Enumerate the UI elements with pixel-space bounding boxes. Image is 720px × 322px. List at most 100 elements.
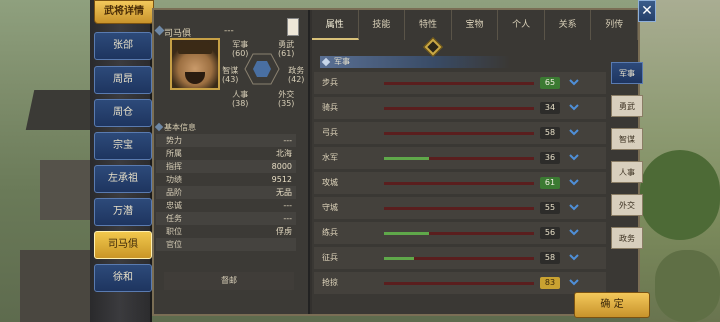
skill-row: 步兵 65 bbox=[314, 72, 606, 94]
tab[interactable]: 个人 bbox=[498, 10, 545, 40]
info-value: --- bbox=[283, 136, 292, 145]
skill-row: 抢掠 83 bbox=[314, 272, 606, 294]
general-list-item[interactable]: 周昂 bbox=[94, 66, 152, 94]
bookmark-icon[interactable] bbox=[287, 18, 299, 36]
stat-courage: 勇武 (61) bbox=[278, 40, 295, 58]
chevron-down-icon[interactable] bbox=[568, 251, 580, 263]
general-list-item[interactable]: 司马俱 bbox=[94, 231, 152, 259]
skill-progress-bar bbox=[384, 157, 534, 160]
office-button[interactable]: 督邮 bbox=[164, 272, 294, 290]
skill-label: 练兵 bbox=[322, 228, 338, 237]
chevron-down-icon[interactable] bbox=[568, 226, 580, 238]
tab[interactable]: 技能 bbox=[359, 10, 406, 40]
side-tab[interactable]: 外交 bbox=[611, 194, 643, 216]
general-list-item[interactable]: 徐和 bbox=[94, 264, 152, 292]
info-row: 品阶 无品 bbox=[156, 186, 296, 199]
skill-progress-bar bbox=[384, 182, 534, 185]
stat-politics: 政务 (42) bbox=[288, 66, 305, 84]
tab[interactable]: 特性 bbox=[405, 10, 452, 40]
info-key: 职位 bbox=[166, 227, 182, 236]
info-row: 官位 bbox=[156, 238, 296, 251]
skill-progress-fill bbox=[384, 257, 414, 260]
stat-strategy: 智谋 (43) bbox=[222, 66, 239, 84]
general-list-item[interactable]: 左承祖 bbox=[94, 165, 152, 193]
skill-progress-bar bbox=[384, 232, 534, 235]
stat-hexagon-icon bbox=[244, 53, 280, 85]
skill-progress-bar bbox=[384, 132, 534, 135]
side-tab-bar: 军事勇武智谋人事外交政务 bbox=[611, 0, 645, 322]
general-list-item[interactable]: 万潜 bbox=[94, 198, 152, 226]
skill-row: 弓兵 58 bbox=[314, 122, 606, 144]
attributes-pane: 属性 技能 特性 宝物 个人 关系 列传 军事 步兵 65 骑兵 34 弓兵 58 水军 36 攻城 61 守城… bbox=[312, 10, 639, 314]
general-list-item[interactable]: 宗宝 bbox=[94, 132, 152, 160]
skill-value: 61 bbox=[540, 177, 560, 189]
profile-pane: 司马俱 --- 军事 (60) 勇武 (61) 智谋 (43) 政务 (42) 人事 (3… bbox=[154, 10, 310, 314]
general-list-item[interactable]: 周仓 bbox=[94, 99, 152, 127]
confirm-button[interactable]: 确 定 bbox=[574, 292, 650, 318]
skill-progress-bar bbox=[384, 282, 534, 285]
general-detail-panel: 司马俱 --- 军事 (60) 勇武 (61) 智谋 (43) 政务 (42) 人事 (3… bbox=[152, 8, 640, 316]
chevron-down-icon[interactable] bbox=[568, 176, 580, 188]
skill-progress-bar bbox=[384, 207, 534, 210]
info-key: 势力 bbox=[166, 136, 182, 145]
side-tab[interactable]: 智谋 bbox=[611, 128, 643, 150]
skill-value: 36 bbox=[540, 152, 560, 164]
skill-label: 水军 bbox=[322, 153, 338, 162]
skill-row: 水军 36 bbox=[314, 147, 606, 169]
diamond-icon bbox=[154, 25, 165, 36]
tab[interactable]: 宝物 bbox=[452, 10, 499, 40]
info-key: 官位 bbox=[166, 240, 182, 249]
skill-label: 征兵 bbox=[322, 253, 338, 262]
chevron-down-icon[interactable] bbox=[568, 76, 580, 88]
basic-info-title: 基本信息 bbox=[164, 123, 196, 132]
skill-label: 步兵 bbox=[322, 78, 338, 87]
info-row: 功绩 9512 bbox=[156, 173, 296, 186]
info-value: --- bbox=[283, 201, 292, 210]
general-list: 张郃周昂周仓宗宝左承祖万潜司马俱徐和 bbox=[90, 0, 152, 322]
info-key: 功绩 bbox=[166, 175, 182, 184]
skill-label: 骑兵 bbox=[322, 103, 338, 112]
skill-value: 55 bbox=[540, 202, 560, 214]
info-value: 9512 bbox=[271, 175, 292, 184]
info-value: 无品 bbox=[276, 188, 292, 197]
info-key: 指挥 bbox=[166, 162, 182, 171]
skill-progress-fill bbox=[384, 157, 429, 160]
stat-military: 军事 (60) bbox=[232, 40, 249, 58]
chevron-down-icon[interactable] bbox=[568, 101, 580, 113]
skill-value: 58 bbox=[540, 127, 560, 139]
skill-row: 骑兵 34 bbox=[314, 97, 606, 119]
info-row: 任务 --- bbox=[156, 212, 296, 225]
character-name-suffix: --- bbox=[224, 26, 234, 36]
side-tab[interactable]: 军事 bbox=[611, 62, 643, 84]
side-tab[interactable]: 人事 bbox=[611, 161, 643, 183]
chevron-down-icon[interactable] bbox=[568, 126, 580, 138]
tab[interactable]: 关系 bbox=[545, 10, 592, 40]
info-value: 北海 bbox=[276, 149, 292, 158]
skill-row: 守城 55 bbox=[314, 197, 606, 219]
chevron-down-icon[interactable] bbox=[568, 151, 580, 163]
chevron-down-icon[interactable] bbox=[568, 201, 580, 213]
info-key: 忠诚 bbox=[166, 201, 182, 210]
info-row: 指挥 8000 bbox=[156, 160, 296, 173]
info-key: 所属 bbox=[166, 149, 182, 158]
general-list-item[interactable]: 张郃 bbox=[94, 32, 152, 60]
skill-progress-bar bbox=[384, 107, 534, 110]
side-tab[interactable]: 勇武 bbox=[611, 95, 643, 117]
info-row: 忠诚 --- bbox=[156, 199, 296, 212]
skill-label: 弓兵 bbox=[322, 128, 338, 137]
skill-row: 攻城 61 bbox=[314, 172, 606, 194]
info-key: 品阶 bbox=[166, 188, 182, 197]
stat-diplomacy: 外交 (35) bbox=[278, 90, 295, 108]
skill-value: 56 bbox=[540, 227, 560, 239]
window-title: 武将详情 bbox=[94, 0, 154, 24]
close-button[interactable]: ✕ bbox=[638, 0, 656, 22]
skill-progress-bar bbox=[384, 257, 534, 260]
tab[interactable]: 属性 bbox=[312, 10, 359, 40]
chevron-down-icon[interactable] bbox=[568, 276, 580, 288]
stat-personnel: 人事 (38) bbox=[232, 90, 249, 108]
info-row: 势力 --- bbox=[156, 134, 296, 147]
tab-bar: 属性 技能 特性 宝物 个人 关系 列传 bbox=[312, 10, 639, 40]
side-tab[interactable]: 政务 bbox=[611, 227, 643, 249]
skill-row: 征兵 58 bbox=[314, 247, 606, 269]
avatar bbox=[170, 38, 220, 90]
